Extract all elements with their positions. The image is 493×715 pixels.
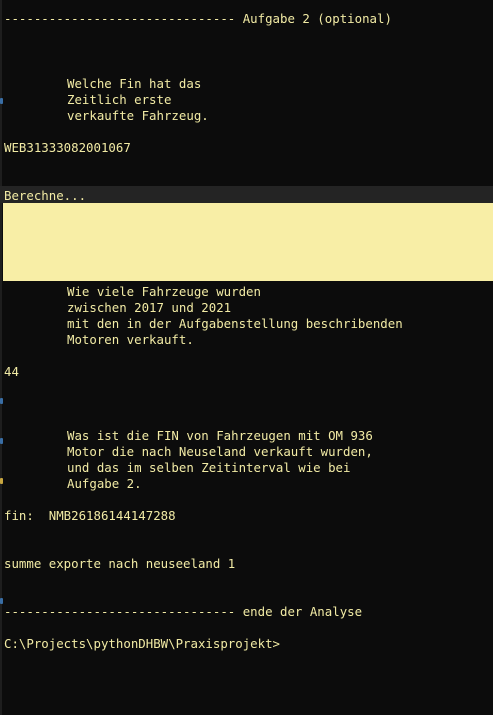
question-3-line-3: und das im selben Zeitinterval wie bei	[67, 460, 351, 475]
question-1-line-1: Welche Fin hat das	[67, 76, 202, 91]
answer-2-count: 44	[4, 364, 19, 379]
gutter-marker	[0, 438, 3, 444]
answer-3-fin: fin: NMB26186144147288	[4, 508, 176, 523]
question-2-line-4: Motoren verkauft.	[67, 332, 194, 347]
question-2-line-3: mit den in der Aufgabenstellung beschrib…	[67, 316, 403, 331]
command-prompt[interactable]: C:\Projects\pythonDHBW\Praxisprojekt>	[4, 636, 280, 652]
answer-1-fin: WEB31333082001067	[4, 140, 131, 155]
export-summary: summe exporte nach neuseeland 1	[4, 556, 236, 571]
terminal-window[interactable]: ------------------------------- Aufgabe …	[0, 0, 493, 715]
gutter-marker	[0, 598, 3, 604]
question-1-line-2: Zeitlich erste	[67, 92, 172, 107]
section-footer: ------------------------------- ende der…	[4, 604, 363, 619]
gutter-marker	[0, 478, 3, 484]
question-3-line-4: Aufgabe 2.	[67, 476, 142, 491]
status-calculating: Berechne...	[4, 188, 87, 203]
section-header: ------------------------------- Aufgabe …	[4, 11, 392, 26]
question-1-line-3: verkaufte Fahrzeug.	[67, 108, 209, 123]
question-2-line-1: Wie viele Fahrzeuge wurden	[67, 284, 261, 299]
question-2-line-2: zwischen 2017 und 2021	[67, 300, 232, 315]
gutter-marker	[0, 98, 3, 104]
selection-highlight	[3, 203, 493, 281]
terminal-left-edge	[0, 0, 2, 715]
question-3-line-2: Motor die nach Neuseland verkauft wurden…	[67, 444, 373, 459]
question-3-line-1: Was ist die FIN von Fahrzeugen mit OM 93…	[67, 428, 373, 443]
gutter-marker	[0, 398, 3, 404]
